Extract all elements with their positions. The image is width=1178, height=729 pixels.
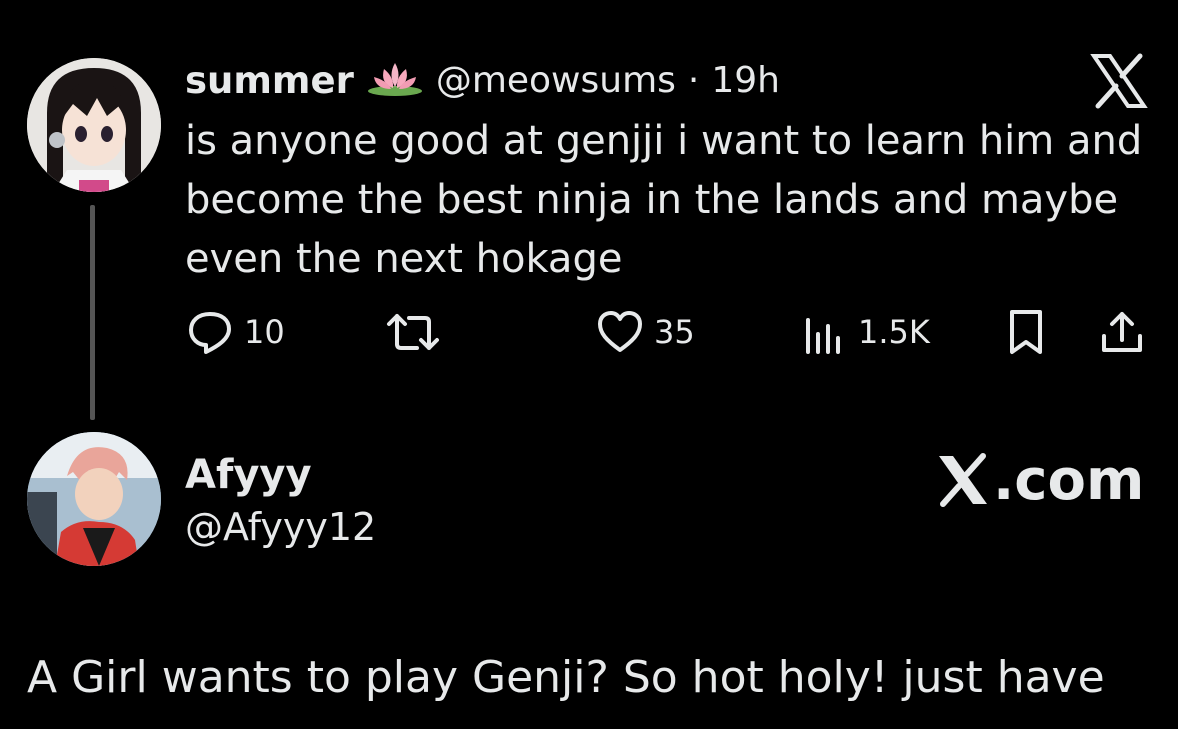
avatar-summer[interactable] (27, 58, 161, 192)
reply-button[interactable]: 10 (186, 308, 285, 356)
reply-count: 10 (244, 313, 285, 351)
tweet-actions: 10 35 1.5K (0, 300, 1178, 364)
site-label: .com (993, 447, 1145, 513)
x-logo-icon (1090, 52, 1148, 110)
bookmark-icon (1010, 310, 1042, 354)
views-count: 1.5K (858, 313, 930, 351)
views-icon (806, 318, 840, 354)
x-logo-icon (939, 453, 987, 507)
heart-icon (598, 311, 642, 352)
reply-author-name[interactable]: Afyyy (185, 452, 312, 498)
avatar-afyyy[interactable] (27, 432, 161, 566)
lotus-icon (366, 59, 424, 101)
share-button[interactable] (1098, 308, 1146, 356)
tweet-header: summer @meowsums · 19h (185, 52, 780, 108)
xcom-logo: .com (935, 445, 1144, 515)
retweet-icon (387, 314, 439, 350)
bookmark-button[interactable] (1002, 308, 1050, 356)
like-count: 35 (654, 313, 695, 351)
author-name[interactable]: summer (185, 59, 354, 102)
tweet-text-line: become the best ninja in the lands and m… (185, 177, 1119, 223)
reply-author-handle[interactable]: @Afyyy12 (185, 505, 376, 549)
reply-text: A Girl wants to play Genji? So hot holy!… (27, 645, 1167, 710)
tweet-text-line: even the next hokage (185, 236, 623, 282)
timestamp[interactable]: 19h (711, 60, 780, 101)
tweet-text: is anyone good at genjji i want to learn… (185, 112, 1145, 289)
author-handle[interactable]: @meowsums (436, 60, 676, 101)
reply-text-line: A Girl wants to play Genji? So hot holy!… (27, 652, 1105, 703)
separator-dot: · (687, 59, 700, 101)
share-icon (1102, 312, 1142, 352)
retweet-button[interactable] (385, 308, 451, 356)
like-button[interactable]: 35 (596, 308, 695, 356)
reply-icon (189, 312, 231, 354)
views-button[interactable]: 1.5K (800, 308, 930, 356)
tweet-text-line: is anyone good at genjji i want to learn… (185, 118, 1143, 164)
